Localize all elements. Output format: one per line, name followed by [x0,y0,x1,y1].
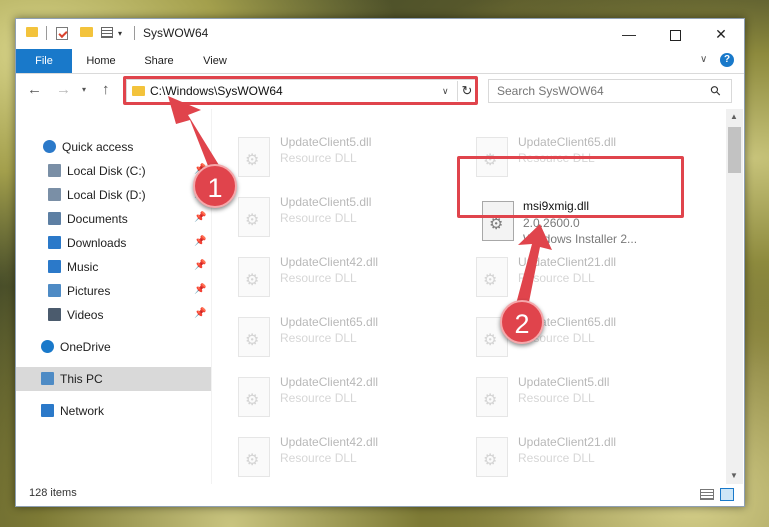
annotation-arrows [168,96,552,307]
annotation-badge-1: 1 [193,164,237,208]
annotation-badge-2: 2 [500,300,544,344]
annotation-arrow-2 [516,224,552,307]
